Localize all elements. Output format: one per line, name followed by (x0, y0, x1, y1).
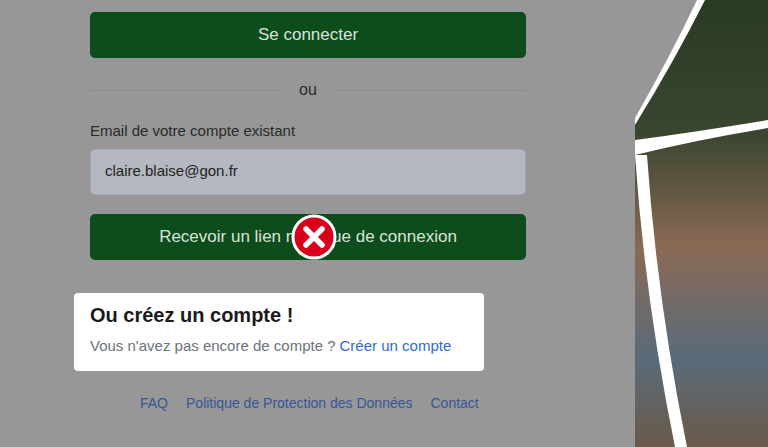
email-label: Email de votre compte existant (90, 120, 526, 143)
photo-panel (635, 0, 768, 447)
footer-link[interactable]: Contact (431, 393, 479, 414)
signup-link[interactable]: Créer un compte (340, 337, 452, 354)
footer-link[interactable]: FAQ (140, 393, 168, 414)
signup-highlight: Ou créez un compte ! Vous n'avez pas enc… (74, 293, 484, 372)
login-panel: Se connecter ou Email de votre compte ex… (0, 0, 635, 447)
footer-link[interactable]: Politique de Protection des Données (186, 393, 412, 414)
email-input[interactable]: claire.blaise@gon.fr (90, 149, 526, 195)
close-icon[interactable] (291, 214, 337, 260)
signup-title: Ou créez un compte ! (90, 303, 468, 327)
separator: ou (90, 78, 526, 102)
separator-text: ou (299, 78, 317, 102)
login-button[interactable]: Se connecter (90, 12, 526, 58)
signup-text: Vous n'avez pas encore de compte ? (90, 337, 336, 354)
footer-links: FAQ Politique de Protection des Données Co… (90, 393, 526, 414)
